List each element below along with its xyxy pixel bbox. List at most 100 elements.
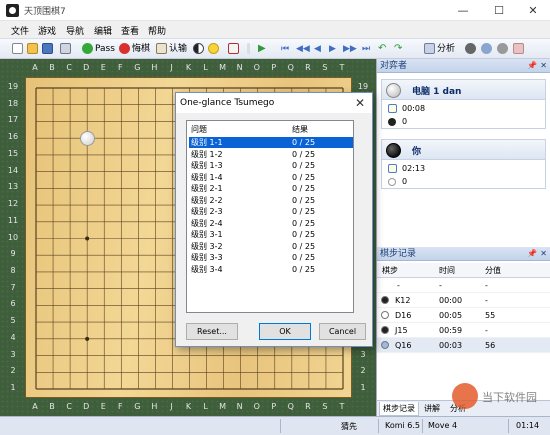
minimize-button[interactable]: — <box>446 0 480 21</box>
table-row[interactable]: Q16 00:03 56 <box>377 338 550 353</box>
row-label: 3 <box>10 349 16 359</box>
result-label: 0 / 25 <box>292 184 316 193</box>
table-row[interactable]: K12 00:00 - <box>377 293 550 308</box>
list-item[interactable]: 级别 1-3 0 / 25 <box>189 160 353 171</box>
analysis-button[interactable]: 分析 <box>437 42 455 56</box>
tsumego-list[interactable]: 问题 结果 级别 1-1 0 / 25 级别 1-2 0 / 25 级别 1-3 0 / … <box>186 120 354 313</box>
back-icon[interactable]: ◀ <box>314 42 321 56</box>
cell-score: - <box>485 296 488 305</box>
app-icon <box>6 4 19 17</box>
column-label: K <box>185 402 192 411</box>
reset-button[interactable]: Reset... <box>186 323 238 340</box>
cancel-button[interactable]: Cancel <box>319 323 366 340</box>
column-label: J <box>170 63 173 72</box>
list-item[interactable]: 级别 2-2 0 / 25 <box>189 195 353 206</box>
player2-name: 你 <box>412 147 422 157</box>
list-item[interactable]: 级别 1-4 0 / 25 <box>189 172 353 183</box>
row-label: 7 <box>10 282 16 292</box>
print-icon[interactable] <box>60 43 71 54</box>
table-row[interactable]: J15 00:59 - <box>377 323 550 338</box>
status-komi: Komi 6.5 <box>385 421 421 430</box>
column-label: O <box>253 402 260 411</box>
first-move-icon[interactable]: ⏮ <box>281 42 289 56</box>
list-item[interactable]: 级别 3-4 0 / 25 <box>189 264 353 275</box>
save-icon[interactable] <box>42 43 53 54</box>
stone-color-icon[interactable] <box>193 43 204 54</box>
resign-button[interactable]: 认输 <box>169 42 187 56</box>
table-row[interactable]: D16 00:05 55 <box>377 308 550 323</box>
menu-help[interactable]: 帮助 <box>148 24 166 37</box>
star-point <box>85 336 90 341</box>
close-button[interactable]: ✕ <box>516 0 550 21</box>
result-label: 0 / 25 <box>292 138 316 147</box>
last-move-icon[interactable]: ⏭ <box>362 42 370 56</box>
new-icon[interactable] <box>12 43 23 54</box>
row-label: 15 <box>7 148 19 158</box>
branch-up-icon[interactable]: ↶ <box>378 42 386 56</box>
status-turn: 猜先 <box>341 422 357 431</box>
list-item[interactable]: 级别 3-1 0 / 25 <box>189 229 353 240</box>
hint-icon[interactable] <box>208 43 219 54</box>
level-label: 级别 3-4 <box>191 264 223 274</box>
cell-score: 55 <box>485 311 496 320</box>
list-item[interactable]: 级别 2-4 0 / 25 <box>189 218 353 229</box>
row-label: 1 <box>10 383 16 392</box>
row-label: 5 <box>10 316 16 326</box>
col-result-header[interactable]: 结果 <box>292 124 308 135</box>
stones-icon[interactable] <box>465 43 476 54</box>
forward-ten-icon[interactable]: ▶▶ <box>343 42 357 56</box>
pass-button[interactable]: Pass <box>95 42 115 56</box>
column-label: F <box>117 402 123 411</box>
cell-score: 56 <box>485 341 496 350</box>
row-label: 19 <box>357 82 369 91</box>
col-time[interactable]: 时间 <box>439 263 455 278</box>
cell-time: 00:00 <box>439 296 463 305</box>
menu-edit[interactable]: 编辑 <box>94 24 112 37</box>
row-label: 8 <box>10 265 16 275</box>
pin-icon[interactable]: 📌 <box>527 247 537 261</box>
player2-time: 02:13 <box>402 164 426 173</box>
score-icon[interactable] <box>228 43 239 54</box>
table-row[interactable]: --- <box>377 278 550 293</box>
watermark-text: 当下软件园 <box>482 391 537 404</box>
list-item[interactable]: 级别 2-1 0 / 25 <box>189 183 353 194</box>
menu-game[interactable]: 游戏 <box>38 24 56 37</box>
row-label: 11 <box>7 215 19 225</box>
list-item[interactable]: 级别 2-3 0 / 25 <box>189 206 353 217</box>
menu-file[interactable]: 文件 <box>11 24 29 37</box>
eraser-icon[interactable] <box>513 43 524 54</box>
settings-icon[interactable] <box>497 43 508 54</box>
column-label: R <box>305 402 311 411</box>
menu-navigate[interactable]: 导航 <box>66 24 84 37</box>
back-ten-icon[interactable]: ◀◀ <box>296 42 310 56</box>
players-panel-title: 对弈者 <box>380 61 408 71</box>
list-item[interactable]: 级别 3-3 0 / 25 <box>189 252 353 263</box>
list-item[interactable]: 级别 1-2 0 / 25 <box>189 149 353 160</box>
list-item[interactable]: 级别 1-1 0 / 25 <box>189 137 353 148</box>
undo-button[interactable]: 悔棋 <box>132 42 150 56</box>
ok-button[interactable]: OK <box>259 323 311 340</box>
panel-close-icon[interactable]: ✕ <box>540 247 547 261</box>
clock-icon <box>388 164 397 173</box>
undo-icon <box>119 43 130 54</box>
cell-time: 00:05 <box>439 311 463 320</box>
open-icon[interactable] <box>27 43 38 54</box>
forward-icon[interactable]: ▶ <box>329 42 336 56</box>
dialog-title: One-glance Tsumego <box>176 93 372 113</box>
row-label: 9 <box>10 249 16 259</box>
col-score[interactable]: 分值 <box>485 263 501 278</box>
maximize-button[interactable]: ☐ <box>482 0 516 21</box>
tab-move-record[interactable]: 棋步记录 <box>379 402 419 416</box>
col-move[interactable]: 棋步 <box>382 263 398 278</box>
col-problem-header[interactable]: 问题 <box>191 124 207 135</box>
panel-close-icon[interactable]: ✕ <box>540 59 547 73</box>
menu-view[interactable]: 查看 <box>121 24 139 37</box>
play-icon[interactable]: ▶ <box>258 42 266 56</box>
tab-commentary[interactable]: 讲解 <box>421 402 443 416</box>
column-label: N <box>236 63 243 72</box>
branch-down-icon[interactable]: ↷ <box>394 42 402 56</box>
dialog-close-icon[interactable]: ✕ <box>352 95 368 111</box>
list-item[interactable]: 级别 3-2 0 / 25 <box>189 241 353 252</box>
pin-icon[interactable]: 📌 <box>527 59 537 73</box>
globe-icon[interactable] <box>481 43 492 54</box>
